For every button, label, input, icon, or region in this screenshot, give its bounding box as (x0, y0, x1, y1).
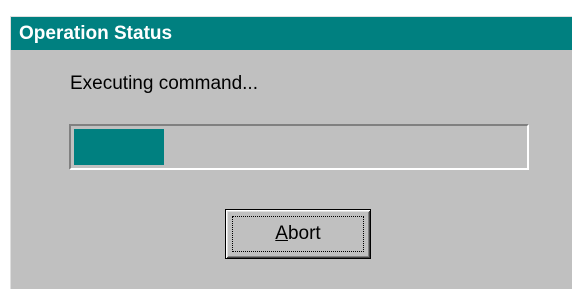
progress-bar (69, 124, 529, 170)
abort-button[interactable]: Abort (225, 209, 371, 259)
status-message: Executing command... (70, 73, 258, 94)
abort-button-mnemonic: A (275, 223, 288, 244)
dialog-title: Operation Status (19, 23, 173, 44)
abort-button-focus-rect: Abort (232, 216, 364, 252)
operation-status-dialog: Operation Status Executing command... Ab… (10, 16, 572, 289)
abort-button-label: bort (287, 223, 321, 244)
dialog-title-bar[interactable]: Operation Status (11, 17, 572, 50)
progress-bar-fill (74, 129, 164, 165)
